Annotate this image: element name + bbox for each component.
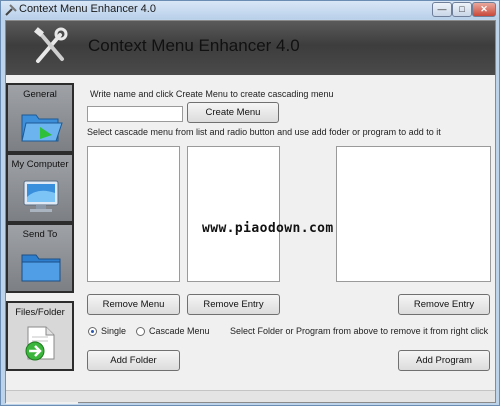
- right-click-entry-list[interactable]: [336, 146, 491, 282]
- sidebar: General My Computer Send To Files/Folder: [6, 77, 78, 404]
- app-icon: [5, 4, 17, 16]
- close-button[interactable]: ✕: [472, 2, 496, 17]
- title-bar[interactable]: Context Menu Enhancer 4.0 — □ ✕: [1, 1, 499, 19]
- radio-single[interactable]: [88, 327, 97, 336]
- add-program-button[interactable]: Add Program: [398, 350, 490, 371]
- menu-name-input[interactable]: [87, 106, 183, 122]
- file-arrow-icon: [25, 326, 55, 361]
- remove-entry-button[interactable]: Remove Entry: [187, 294, 280, 315]
- blue-folder-icon: [21, 254, 61, 282]
- create-menu-instruction: Write name and click Create Menu to crea…: [90, 89, 334, 99]
- cascade-menu-list[interactable]: [87, 146, 180, 282]
- radio-cascade-label: Cascade Menu: [149, 326, 210, 336]
- sidebar-item-files-folder[interactable]: Files/Folder: [6, 301, 74, 371]
- tools-icon: [34, 27, 68, 63]
- maximize-button[interactable]: □: [452, 2, 472, 17]
- radio-single-label: Single: [101, 326, 127, 336]
- sidebar-item-label: Files/Folder: [15, 307, 65, 318]
- app-window: Context Menu Enhancer 4.0 — □ ✕ Context …: [0, 0, 500, 406]
- header-title: Context Menu Enhancer 4.0: [88, 36, 300, 55]
- create-menu-button[interactable]: Create Menu: [187, 102, 279, 123]
- remove-menu-button[interactable]: Remove Menu: [87, 294, 180, 315]
- remove-hint-text: Select Folder or Program from above to r…: [230, 326, 489, 336]
- monitor-icon: [23, 180, 59, 212]
- menu-entry-list[interactable]: [187, 146, 280, 282]
- window-title: Context Menu Enhancer 4.0: [19, 3, 156, 15]
- select-cascade-instruction: Select cascade menu from list and radio …: [87, 127, 441, 137]
- radio-cascade-menu[interactable]: [136, 327, 145, 336]
- minimize-button[interactable]: —: [432, 2, 452, 17]
- remove-entry-right-button[interactable]: Remove Entry: [398, 294, 490, 315]
- folder-icon: [21, 114, 63, 142]
- sidebar-item-label: My Computer: [11, 159, 69, 170]
- client-area: Context Menu Enhancer 4.0 General My Com…: [5, 20, 496, 404]
- sidebar-item-label: Send To: [22, 229, 58, 240]
- status-bar: [6, 390, 495, 402]
- header-banner: Context Menu Enhancer 4.0: [6, 21, 495, 75]
- add-folder-button[interactable]: Add Folder: [87, 350, 180, 371]
- watermark-text: www.piaodown.com: [202, 221, 334, 236]
- sidebar-item-general[interactable]: General: [6, 83, 74, 153]
- sidebar-item-label: General: [23, 89, 57, 100]
- sidebar-item-my-computer[interactable]: My Computer: [6, 153, 74, 223]
- sidebar-item-send-to[interactable]: Send To: [6, 223, 74, 293]
